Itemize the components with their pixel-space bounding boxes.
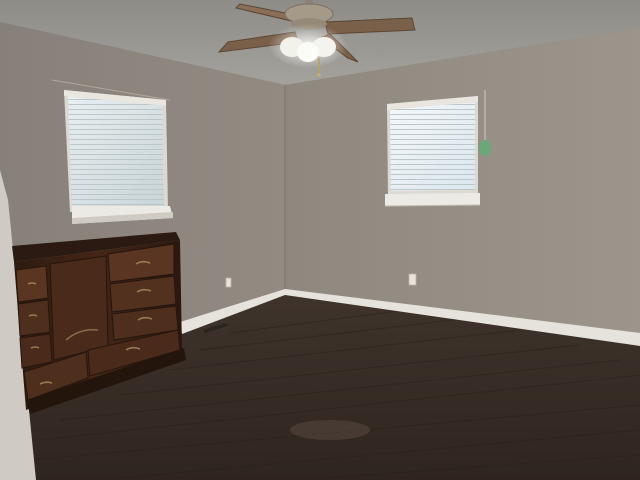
fan-light-bulb-center (297, 42, 319, 62)
blind-pull-tassel (479, 140, 491, 156)
outlet-left-wall (225, 277, 232, 288)
room-photo (0, 0, 640, 480)
right-window (384, 90, 491, 207)
floor-glare (290, 420, 370, 440)
left-window (51, 79, 173, 224)
outlet-right-wall (408, 273, 417, 286)
